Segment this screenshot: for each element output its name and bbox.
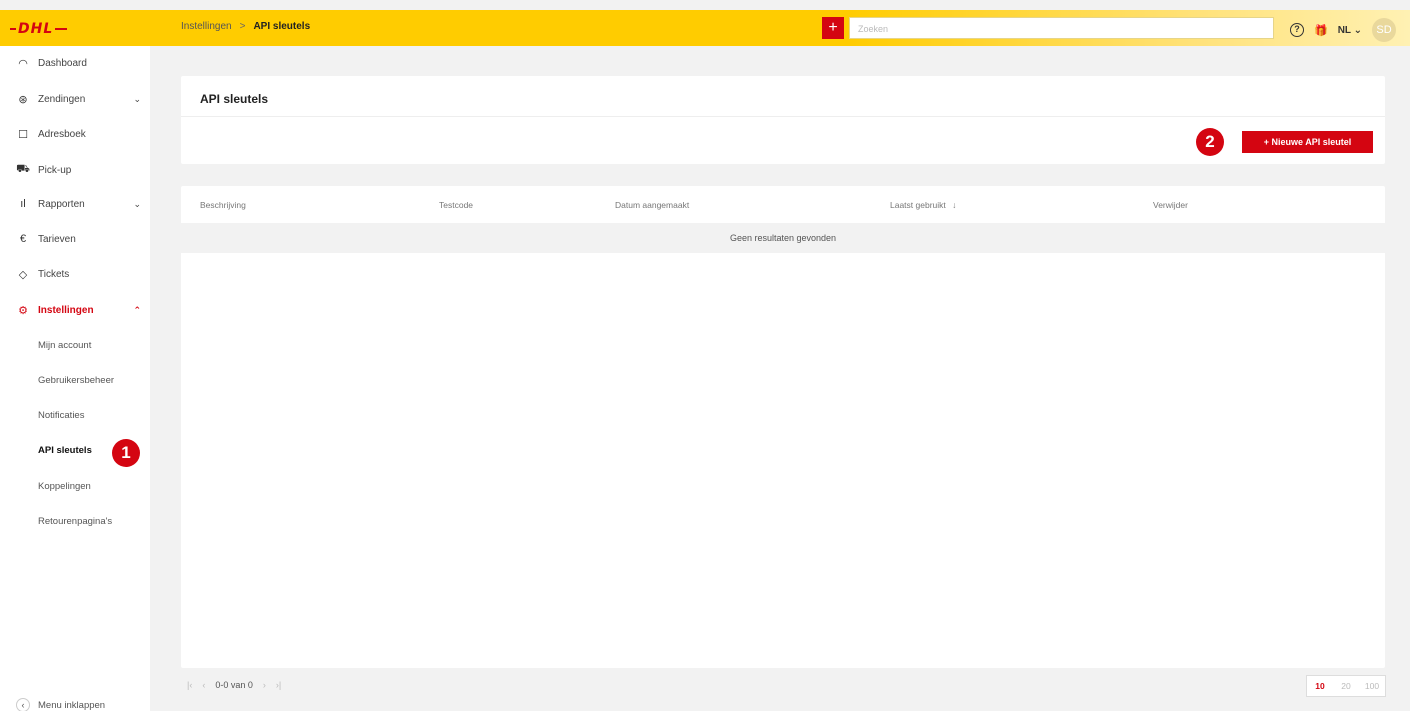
sidebar-item-label: Tickets	[38, 269, 70, 280]
column-header-verwijder[interactable]: Verwijder	[1153, 200, 1188, 210]
sidebar-item-label: Instellingen	[38, 305, 94, 316]
top-icons: ? 🎁 NL ⌄ SD	[1290, 18, 1397, 42]
page-title: API sleutels	[200, 92, 269, 106]
sort-arrow-icon: ↓	[952, 200, 957, 210]
breadcrumb-parent[interactable]: Instellingen	[181, 21, 232, 32]
chevron-down-icon: ⌄	[1353, 24, 1363, 36]
page-size-option[interactable]: 100	[1359, 676, 1385, 696]
chevron-left-icon: ‹	[16, 698, 30, 711]
truck-icon: ⛟	[16, 163, 30, 175]
page-size-option[interactable]: 20	[1333, 676, 1359, 696]
add-button[interactable]: +	[822, 17, 844, 39]
sidebar-item-tickets[interactable]: ◇ Tickets	[16, 268, 141, 281]
sidebar-item-dashboard[interactable]: ◠ Dashboard	[16, 57, 141, 70]
sidebar-subitem-notificaties[interactable]: Notificaties	[38, 410, 84, 421]
step-badge-1: 1	[112, 439, 140, 467]
column-header-laatst-gebruikt[interactable]: Laatst gebruikt ↓	[890, 200, 956, 210]
pagination-info: 0-0 van 0	[215, 680, 253, 690]
help-icon[interactable]: ?	[1290, 23, 1304, 37]
sidebar-item-adresboek[interactable]: ☐ Adresboek	[16, 128, 141, 141]
divider	[181, 116, 1385, 117]
last-page-icon[interactable]: ›|	[276, 680, 281, 690]
breadcrumb: Instellingen > API sleutels	[181, 21, 310, 32]
next-page-icon[interactable]: ›	[263, 680, 266, 690]
sidebar-subitem-gebruikersbeheer[interactable]: Gebruikersbeheer	[38, 375, 114, 386]
sidebar-item-rapporten[interactable]: ıl Rapporten ⌄	[16, 198, 141, 210]
column-label: Laatst gebruikt	[890, 200, 946, 210]
chevron-down-icon: ⌄	[133, 94, 141, 104]
api-keys-table: Beschrijving Testcode Datum aangemaakt L…	[181, 186, 1385, 668]
gear-icon: ⚙	[18, 305, 28, 317]
sidebar-item-tarieven[interactable]: € Tarieven	[16, 233, 141, 245]
sidebar-item-label: Dashboard	[38, 58, 87, 69]
prev-page-icon[interactable]: ‹	[202, 680, 205, 690]
ticket-icon: ◇	[18, 269, 28, 281]
gift-icon[interactable]: 🎁	[1314, 24, 1328, 37]
page-size-option[interactable]: 10	[1307, 676, 1333, 696]
sidebar-item-pick-up[interactable]: ⛟ Pick-up	[16, 163, 141, 177]
sidebar-item-label: Pick-up	[38, 164, 72, 176]
breadcrumb-current: API sleutels	[253, 21, 311, 32]
package-icon: ⊛	[18, 94, 28, 106]
sidebar-item-label: Tarieven	[38, 233, 76, 245]
chevron-up-icon: ⌃	[133, 305, 141, 315]
column-header-datum-aangemaakt[interactable]: Datum aangemaakt	[615, 200, 689, 210]
page-size-selector: 10 20 100	[1306, 675, 1386, 697]
language-selector[interactable]: NL ⌄	[1338, 25, 1362, 36]
collapse-label: Menu inklappen	[38, 699, 106, 711]
search-input[interactable]: Zoeken	[849, 17, 1274, 39]
avatar[interactable]: SD	[1372, 18, 1397, 42]
chevron-down-icon: ⌄	[133, 198, 141, 209]
euro-icon: €	[19, 233, 27, 245]
book-icon: ☐	[18, 129, 28, 141]
breadcrumb-separator: >	[239, 21, 246, 32]
top-bar: DHL Instellingen > API sleutels + Zoeken…	[0, 10, 1410, 46]
sidebar-subitem-mijn-account[interactable]: Mijn account	[38, 340, 91, 351]
sidebar-subitem-retourenpaginas[interactable]: Retourenpagina's	[38, 516, 112, 527]
sidebar-item-zendingen[interactable]: ⊛ Zendingen ⌄	[16, 93, 141, 106]
step-badge-2: 2	[1196, 128, 1224, 156]
sidebar: ◠ Dashboard ⊛ Zendingen ⌄ ☐ Adresboek ⛟ …	[0, 46, 150, 711]
sidebar-subitem-api-sleutels[interactable]: API sleutels	[38, 445, 92, 456]
pagination: |‹ ‹ 0-0 van 0 › ›|	[187, 680, 281, 690]
dhl-logo[interactable]: DHL	[9, 21, 68, 37]
bar-chart-icon: ıl	[20, 198, 26, 210]
collapse-menu-button[interactable]: ‹ Menu inklappen	[16, 698, 105, 711]
sidebar-subitem-koppelingen[interactable]: Koppelingen	[38, 481, 91, 492]
page-header-card: API sleutels 2 + Nieuwe API sleutel	[181, 76, 1385, 164]
column-header-beschrijving[interactable]: Beschrijving	[200, 200, 246, 210]
language-label: NL	[1337, 24, 1351, 36]
new-api-key-button[interactable]: + Nieuwe API sleutel	[1242, 131, 1373, 153]
sidebar-item-label: Zendingen	[38, 94, 86, 105]
sidebar-item-instellingen[interactable]: ⚙ Instellingen ⌃	[16, 304, 141, 317]
gauge-icon: ◠	[18, 58, 28, 70]
sidebar-item-label: Rapporten	[38, 198, 85, 210]
first-page-icon[interactable]: |‹	[187, 680, 192, 690]
sidebar-item-label: Adresboek	[38, 129, 86, 140]
empty-results-row: Geen resultaten gevonden	[181, 223, 1385, 253]
column-header-testcode[interactable]: Testcode	[439, 200, 473, 210]
